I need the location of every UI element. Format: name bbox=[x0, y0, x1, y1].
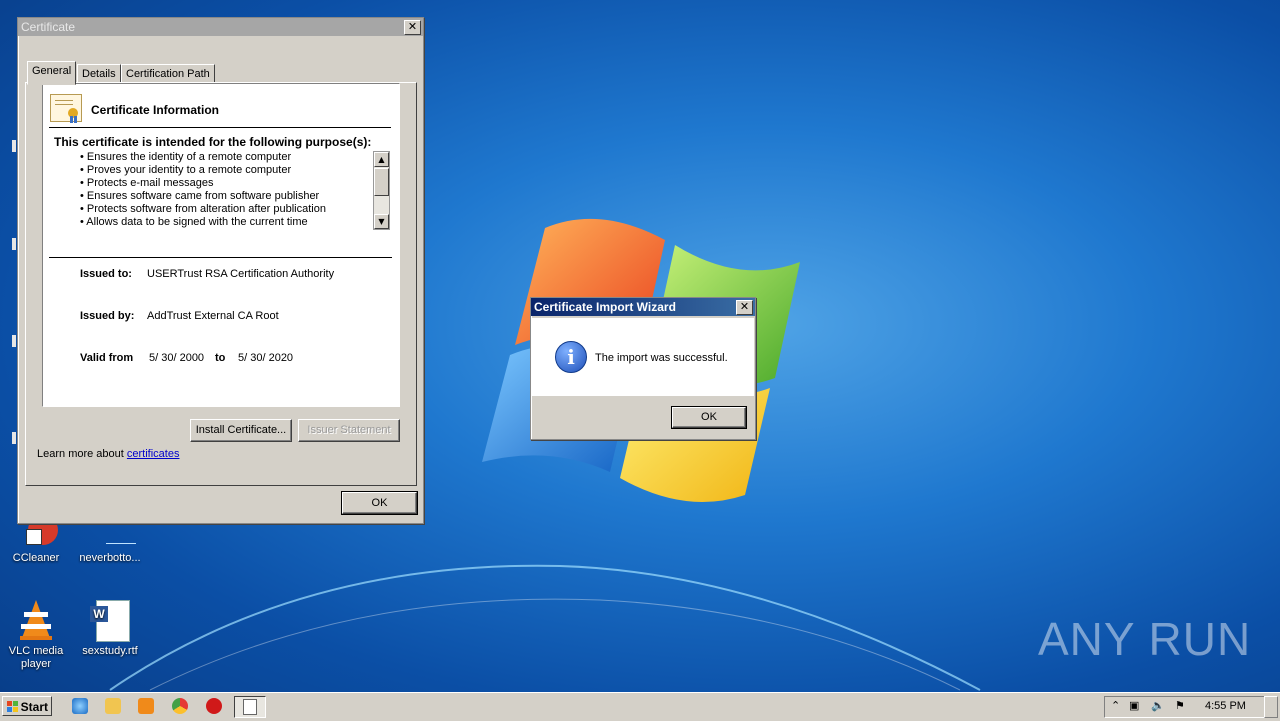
learn-more-prefix: Learn more about bbox=[37, 448, 124, 460]
purpose-item: • Ensures software came from software pu… bbox=[80, 190, 320, 202]
network-icon[interactable]: ▣ bbox=[1129, 699, 1139, 712]
message-area: i The import was successful. bbox=[532, 318, 754, 396]
success-message: The import was successful. bbox=[595, 352, 728, 364]
taskbar: Start ⌃ ▣ 🔈 ⚑ 4:55 PM bbox=[0, 692, 1280, 721]
windows-logo-icon bbox=[7, 701, 19, 713]
purpose-item: • Proves your identity to a remote compu… bbox=[80, 164, 292, 176]
valid-to-label: to bbox=[215, 352, 226, 364]
anyrun-watermark: ANY RUN bbox=[1038, 613, 1252, 665]
purpose-list: • Ensures the identity of a remote compu… bbox=[80, 151, 326, 229]
show-desktop-button[interactable] bbox=[1264, 696, 1278, 718]
purpose-item: • Ensures the identity of a remote compu… bbox=[80, 151, 292, 163]
scroll-up-arrow-icon[interactable]: ▲ bbox=[374, 152, 389, 167]
close-button[interactable]: ✕ bbox=[736, 300, 753, 315]
folder-icon[interactable] bbox=[105, 698, 121, 714]
issuer-statement-button[interactable]: Issuer Statement bbox=[298, 419, 400, 442]
desktop-icon-label: neverbotto... bbox=[79, 552, 141, 564]
certificates-link[interactable]: certificates bbox=[127, 448, 180, 460]
desktop-icon-label: CCleaner bbox=[12, 552, 60, 564]
ok-button[interactable]: OK bbox=[671, 406, 747, 429]
certificate-dialog: Certificate ✕ General Details Certificat… bbox=[17, 17, 424, 524]
divider bbox=[49, 127, 391, 128]
desktop-icon-label: sexstudy.rtf bbox=[82, 645, 138, 657]
scroll-thumb[interactable] bbox=[374, 168, 389, 196]
learn-more-text: Learn more about certificates bbox=[37, 448, 179, 460]
internet-explorer-icon[interactable] bbox=[72, 698, 88, 714]
close-icon: ✕ bbox=[407, 20, 418, 33]
valid-to-value: 5/ 30/ 2020 bbox=[238, 352, 294, 364]
tab-certification-path[interactable]: Certification Path bbox=[121, 64, 215, 84]
close-button[interactable]: ✕ bbox=[404, 20, 421, 35]
scroll-down-arrow-icon[interactable]: ▼ bbox=[374, 214, 389, 229]
purpose-item: • Allows data to be signed with the curr… bbox=[80, 216, 308, 228]
chrome-icon[interactable] bbox=[172, 698, 188, 714]
issued-by-label: Issued by: bbox=[80, 310, 135, 322]
desktop-icon-stub bbox=[12, 432, 16, 444]
dialog-title: Certificate Import Wizard bbox=[534, 300, 676, 314]
action-center-flag-icon[interactable]: ⚑ bbox=[1175, 699, 1185, 712]
import-wizard-dialog: Certificate Import Wizard ✕ i The import… bbox=[530, 297, 756, 440]
vlc-cone-icon bbox=[14, 598, 58, 642]
valid-from-value: 5/ 30/ 2000 bbox=[149, 352, 205, 364]
issued-to-value: USERTrust RSA Certification Authority bbox=[147, 268, 335, 280]
information-icon: i bbox=[555, 341, 587, 373]
valid-from-label: Valid from bbox=[80, 352, 134, 364]
issued-to-label: Issued to: bbox=[80, 268, 132, 280]
desktop-icon-stub bbox=[12, 238, 16, 250]
ok-button[interactable]: OK bbox=[341, 491, 418, 515]
import-wizard-titlebar[interactable]: Certificate Import Wizard bbox=[531, 298, 755, 316]
system-tray: ⌃ ▣ 🔈 ⚑ 4:55 PM bbox=[1104, 696, 1278, 718]
taskbar-item-certificate[interactable] bbox=[234, 696, 266, 718]
certificate-dialog-titlebar[interactable]: Certificate bbox=[18, 18, 423, 36]
tab-details[interactable]: Details bbox=[77, 64, 121, 84]
desktop-icon-stub bbox=[12, 335, 16, 347]
show-hidden-icons-icon[interactable]: ⌃ bbox=[1111, 699, 1120, 712]
purpose-item: • Protects e-mail messages bbox=[80, 177, 214, 189]
desktop-icon-sexstudy[interactable]: W sexstudy.rtf bbox=[72, 598, 148, 657]
volume-icon[interactable]: 🔈 bbox=[1151, 699, 1165, 712]
tab-general[interactable]: General bbox=[27, 61, 77, 85]
dialog-title: Certificate bbox=[21, 20, 76, 34]
document-icon bbox=[243, 699, 257, 715]
word-document-icon: W bbox=[88, 598, 132, 642]
issued-by-value: AddTrust External CA Root bbox=[147, 310, 279, 322]
purpose-item: • Protects software from alteration afte… bbox=[80, 203, 326, 215]
media-player-icon[interactable] bbox=[138, 698, 154, 714]
certificate-icon bbox=[50, 94, 82, 123]
purpose-heading: This certificate is intended for the fol… bbox=[54, 135, 372, 149]
close-icon: ✕ bbox=[739, 300, 750, 313]
purpose-scrollbar[interactable]: ▲ ▼ bbox=[373, 151, 390, 230]
divider bbox=[49, 257, 392, 258]
desktop-icon-vlc[interactable]: VLC media player bbox=[0, 598, 74, 671]
install-certificate-button[interactable]: Install Certificate... bbox=[190, 419, 292, 442]
start-label: Start bbox=[20, 700, 48, 714]
start-button[interactable]: Start bbox=[2, 696, 52, 716]
certificate-info-heading: Certificate Information bbox=[91, 103, 220, 117]
desktop-icon-stub bbox=[12, 140, 16, 152]
desktop-icon-label: VLC media player bbox=[8, 645, 64, 670]
clock[interactable]: 4:55 PM bbox=[1205, 700, 1246, 712]
opera-icon[interactable] bbox=[206, 698, 222, 714]
